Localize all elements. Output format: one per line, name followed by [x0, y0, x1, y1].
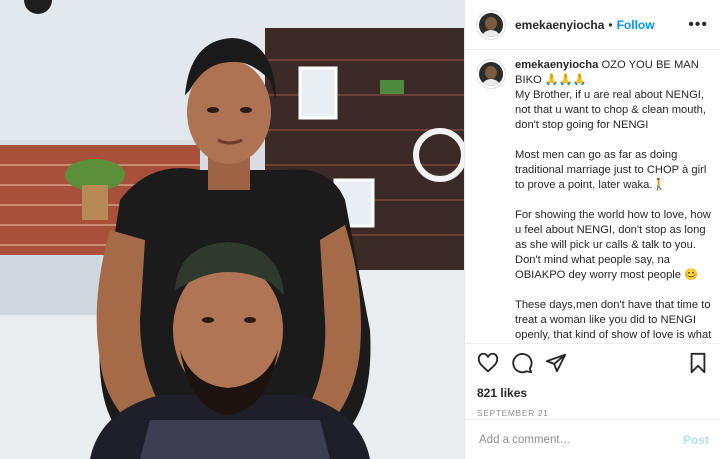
instagram-post: emekaenyiocha • Follow ••• emekaenyiocha…: [0, 0, 720, 459]
post-date: SEPTEMBER 21: [477, 408, 549, 418]
caption-paragraph: These days,men don't have that time to t…: [515, 299, 712, 340]
comment-input[interactable]: [477, 432, 683, 447]
action-bar: [465, 344, 720, 374]
share-icon[interactable]: [545, 352, 567, 374]
likes-count[interactable]: 821 likes: [465, 374, 720, 400]
caption-username[interactable]: emekaenyiocha: [515, 59, 598, 71]
comment-icon[interactable]: [511, 352, 533, 374]
post-photo[interactable]: [0, 0, 464, 459]
separator-dot: •: [608, 17, 613, 32]
post-photo-illustration: [0, 0, 464, 459]
caption-text: emekaenyiocha OZO YOU BE MAN BIKO 🙏🙏🙏 My…: [515, 58, 715, 340]
caption-avatar[interactable]: [477, 60, 505, 88]
caption-paragraph: For showing the world how to love, how u…: [515, 209, 711, 281]
caption-paragraph: My Brother, if u are real about NENGI, n…: [515, 89, 706, 131]
avatar[interactable]: [477, 10, 505, 39]
post-header: emekaenyiocha • Follow •••: [465, 0, 720, 50]
more-options-icon[interactable]: •••: [688, 16, 708, 32]
follow-button[interactable]: Follow: [617, 18, 655, 32]
caption: emekaenyiocha OZO YOU BE MAN BIKO 🙏🙏🙏 My…: [477, 58, 715, 340]
post-comment-button[interactable]: Post: [683, 433, 709, 447]
post-sidebar: emekaenyiocha • Follow ••• emekaenyiocha…: [464, 0, 720, 459]
heart-icon[interactable]: [477, 352, 499, 374]
username-link[interactable]: emekaenyiocha: [515, 18, 604, 32]
caption-paragraph: Most men can go as far as doing traditio…: [515, 149, 707, 191]
comment-bar: Post: [465, 419, 720, 459]
action-section: 821 likes SEPTEMBER 21: [465, 343, 720, 418]
bookmark-icon[interactable]: [687, 352, 709, 374]
